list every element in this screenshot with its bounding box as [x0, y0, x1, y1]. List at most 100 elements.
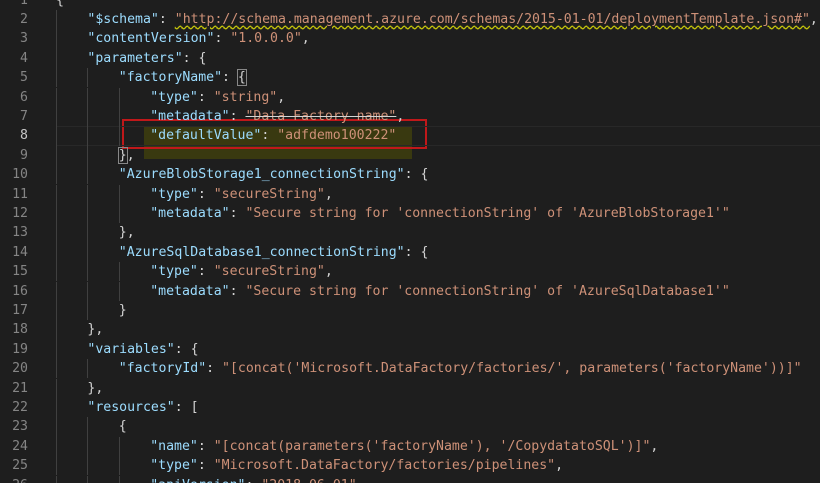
indent-guide [56, 359, 57, 379]
indent-guide [56, 475, 57, 483]
indent-guide [56, 223, 57, 243]
code-token: "string" [213, 89, 278, 105]
code-line[interactable]: 10 "AzureBlobStorage1_connectionString": … [0, 165, 820, 185]
indent-guide [56, 184, 57, 204]
code-text: "apiVersion": "2018-06-01", [150, 476, 364, 483]
code-line[interactable]: 22 "resources": [ [0, 397, 820, 418]
code-token: "[concat(parameters('factoryName'), '/Co… [213, 438, 651, 454]
code-line[interactable]: 9}, [0, 145, 820, 166]
line-number: 23 [12, 419, 28, 435]
line-number: 5 [20, 70, 28, 86]
code-token: : [197, 186, 214, 202]
code-line[interactable]: 25 "type": "Microsoft.DataFactory/factori… [0, 456, 820, 476]
line-number: 22 [12, 399, 28, 415]
code-token: "factoryId" [118, 361, 207, 377]
line-number: 18 [12, 322, 28, 338]
code-token: "Data Factory name" [245, 108, 397, 124]
code-line[interactable]: 7 "metadata": "Data Factory name", [0, 106, 820, 127]
indent-guide [56, 300, 57, 321]
indent-guide [87, 436, 89, 457]
code-token: , [357, 478, 365, 483]
code-line[interactable]: 5 "factoryName": { [0, 68, 820, 88]
code-token: }, [87, 322, 104, 338]
code-line[interactable]: 15 "type": "secureString", [0, 262, 820, 282]
code-line[interactable]: 18}, [0, 320, 820, 340]
indent-guide [56, 87, 57, 107]
code-line[interactable]: 24 "name": "[concat(parameters('factoryNa… [0, 436, 820, 457]
code-line[interactable]: 17} [0, 300, 820, 321]
code-token: "apiVersion" [150, 478, 245, 483]
indent-guide [87, 262, 89, 282]
indent-guide [56, 281, 57, 301]
code-token: { [56, 0, 64, 8]
indent-guide [56, 320, 57, 340]
indent-guide [87, 417, 89, 437]
code-token: { [118, 419, 127, 435]
indent-guide [56, 106, 57, 127]
line-number: 3 [20, 31, 28, 47]
indent-guide [56, 68, 57, 88]
indent-guide [56, 262, 57, 282]
code-token: : [206, 361, 223, 377]
indent-guide [56, 242, 57, 263]
indent-guide [118, 126, 120, 146]
code-text: { [119, 417, 127, 436]
code-text: "defaultValue": "adfdemo100222" [150, 126, 396, 145]
code-line[interactable]: 4 "parameters": { [0, 48, 820, 69]
indent-guide [87, 203, 89, 224]
code-line[interactable]: 20 "factoryId": "[concat('Microsoft.DataF… [0, 359, 820, 379]
code-line[interactable]: 19 "variables": { [0, 339, 820, 360]
line-number: 24 [12, 438, 28, 454]
indent-guide [118, 436, 120, 457]
indent-guide [87, 165, 89, 185]
line-number: 2 [20, 11, 28, 27]
code-line[interactable]: 2 "$schema": "http://schema.management.az… [0, 9, 820, 30]
code-line[interactable]: 16 "metadata": "Secure string for 'connec… [0, 281, 820, 301]
code-line[interactable]: 13}, [0, 223, 820, 243]
code-token: "resources" [87, 399, 175, 415]
code-token: , [324, 186, 333, 202]
indent-guide [87, 106, 89, 127]
code-token: , [809, 11, 818, 27]
code-line[interactable]: 12 "metadata": "Secure string for 'connec… [0, 203, 820, 224]
indent-guide [87, 242, 89, 263]
code-line[interactable]: 11 "type": "secureString", [0, 184, 820, 204]
indent-guide [56, 456, 57, 476]
code-token: } [117, 146, 128, 164]
code-token: "$schema" [87, 11, 159, 27]
code-text: "name": "[concat(parameters('factoryName… [150, 437, 658, 456]
code-token: : [158, 11, 175, 27]
code-token: : [229, 205, 246, 221]
code-text: "factoryName": { [119, 68, 247, 87]
indent-guide [87, 300, 89, 321]
line-number: 6 [20, 89, 28, 105]
code-line[interactable]: 21}, [0, 378, 820, 398]
line-number: 11 [12, 186, 28, 202]
line-number: 10 [12, 167, 28, 183]
code-token: : { [182, 50, 207, 66]
line-number: 9 [20, 147, 28, 163]
code-token: "parameters" [87, 50, 183, 66]
code-text: { [56, 0, 64, 10]
indent-guide [56, 397, 57, 418]
line-number: 8 [20, 128, 28, 144]
code-token: , [277, 89, 286, 105]
code-line[interactable]: 14 "AzureSqlDatabase1_connectionString": … [0, 242, 820, 263]
code-token: : [197, 438, 214, 454]
line-number: 21 [12, 380, 28, 396]
code-line[interactable]: 6 "type": "string", [0, 87, 820, 107]
code-text: }, [117, 146, 135, 165]
code-editor[interactable]: 1{2 "$schema": "http://schema.management.… [0, 0, 820, 483]
indent-guide [56, 48, 57, 69]
code-line[interactable]: 3 "contentVersion": "1.0.0.0", [0, 29, 820, 49]
code-token: "type" [150, 186, 198, 202]
code-line[interactable]: 1{ [0, 0, 820, 10]
code-line[interactable]: 8 "defaultValue": "adfdemo100222" [0, 126, 820, 146]
code-text: "$schema": "http://schema.management.azu… [87, 10, 817, 29]
code-line[interactable]: 26 "apiVersion": "2018-06-01", [0, 475, 820, 483]
code-text: "resources": [ [87, 398, 198, 417]
code-line[interactable]: 23 { [0, 417, 820, 437]
code-token: : [229, 108, 246, 124]
indent-guide [87, 359, 89, 379]
indent-guide [56, 339, 57, 360]
